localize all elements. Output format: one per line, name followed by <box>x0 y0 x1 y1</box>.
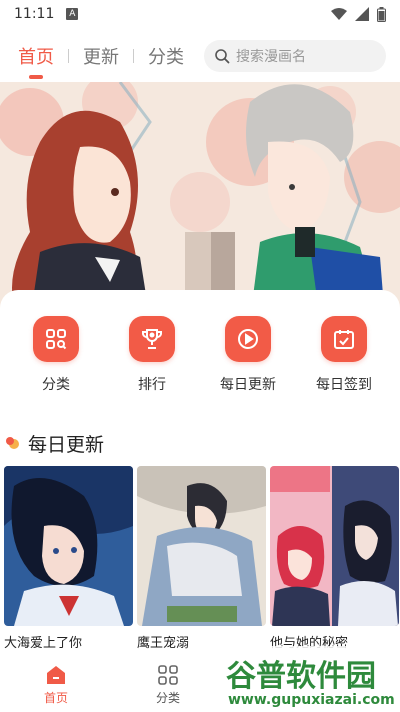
search-input[interactable]: 搜索漫画名 <box>204 40 386 72</box>
status-bar: 11:11 A <box>0 0 400 28</box>
comic-card[interactable]: 大海爱上了你 <box>4 466 133 656</box>
comic-card[interactable]: 他与她的秘密 <box>270 466 399 656</box>
search-placeholder: 搜索漫画名 <box>236 49 306 65</box>
wifi-icon <box>331 8 347 20</box>
calendar-check-icon <box>321 316 367 362</box>
top-navigation: 首页 更新 分类 搜索漫画名 <box>0 36 400 79</box>
bottom-nav-label: 分类 <box>155 691 180 705</box>
quick-item-daily-update[interactable]: 每日更新 <box>208 316 288 420</box>
search-icon <box>215 49 230 64</box>
section-title: 每日更新 <box>28 433 105 456</box>
watermark-url: www.gupuxiazai.com <box>228 692 395 708</box>
signal-icon <box>355 7 369 21</box>
status-icons <box>331 6 386 22</box>
tab-divider <box>68 49 69 63</box>
watermark-logo: 谷普软件园 www.gupuxiazai.com <box>216 646 400 712</box>
watermark-text: 谷普软件园 <box>226 659 376 694</box>
battery-icon <box>377 6 386 22</box>
quick-item-daily-checkin[interactable]: 每日签到 <box>304 316 384 420</box>
comic-title: 大海爱上了你 <box>4 636 83 651</box>
tab-categories[interactable]: 分类 <box>144 43 188 69</box>
bottom-nav-categories[interactable]: 分类 <box>112 656 224 712</box>
quick-menu: 分类 排行 每日更新 每日签到 <box>0 290 400 420</box>
trophy-icon <box>129 316 175 362</box>
quick-item-label: 分类 <box>42 377 70 393</box>
grid-search-icon <box>33 316 79 362</box>
section-header: 每日更新 <box>4 428 104 458</box>
tab-updates[interactable]: 更新 <box>79 43 123 69</box>
banner-image[interactable] <box>0 82 400 320</box>
status-time: 11:11 <box>14 6 55 22</box>
comic-list: 大海爱上了你 鹰王宠溺 他与她的秘密 <box>4 466 400 656</box>
section-dot-icon <box>6 437 19 449</box>
tab-divider <box>133 49 134 63</box>
quick-item-ranking[interactable]: 排行 <box>112 316 192 420</box>
quick-item-label: 每日签到 <box>316 377 372 393</box>
quick-item-label: 每日更新 <box>220 377 276 393</box>
notification-badge-icon: A <box>66 8 79 20</box>
quick-item-label: 排行 <box>138 377 166 393</box>
play-circle-icon <box>225 316 271 362</box>
bottom-nav-home[interactable]: 首页 <box>0 656 112 712</box>
comic-card[interactable]: 鹰王宠溺 <box>137 466 266 656</box>
home-icon <box>47 666 65 684</box>
bottom-nav-label: 首页 <box>43 691 68 705</box>
comic-cover <box>4 466 133 626</box>
comic-cover <box>137 466 266 626</box>
tab-home[interactable]: 首页 <box>14 43 58 79</box>
grid-icon <box>158 665 178 685</box>
comic-cover <box>270 466 399 626</box>
quick-item-categories[interactable]: 分类 <box>16 316 96 420</box>
